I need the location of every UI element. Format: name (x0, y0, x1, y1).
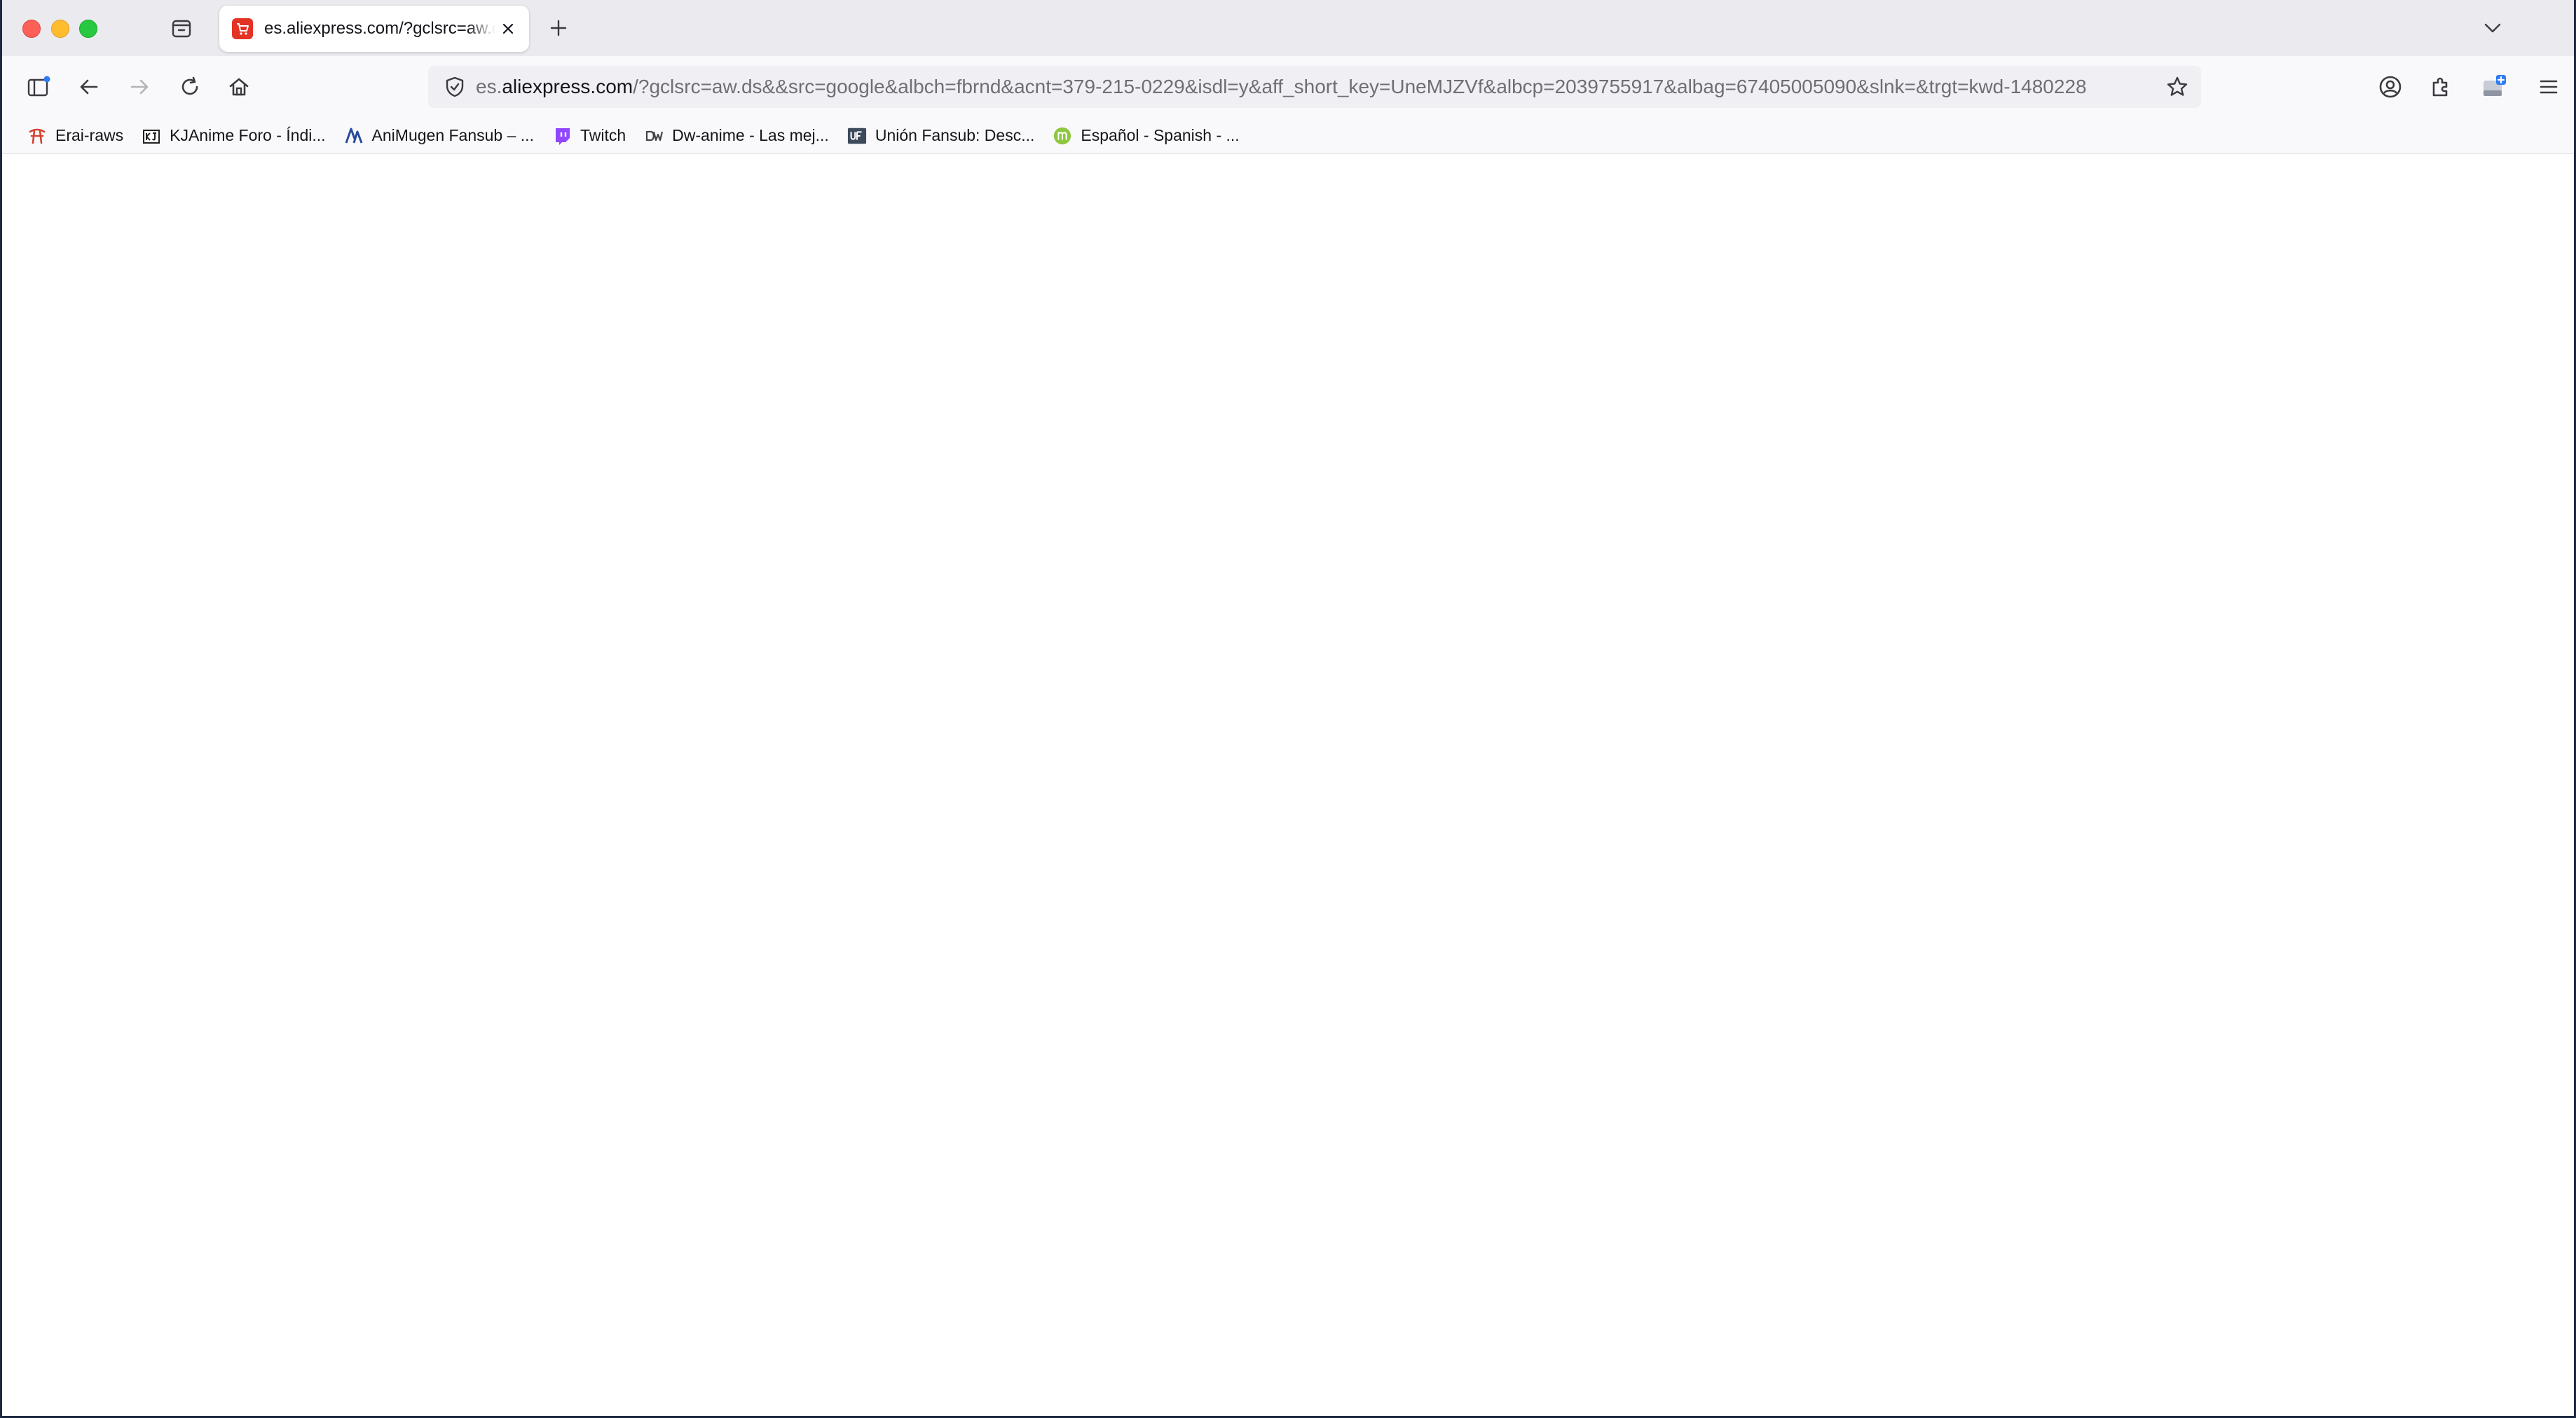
home-button[interactable] (224, 71, 254, 102)
firefox-view-button[interactable] (167, 14, 196, 42)
reload-icon (181, 76, 198, 95)
url-domain: aliexpress.com (502, 76, 633, 97)
twitch-icon (552, 126, 572, 146)
app-menu-button[interactable] (2533, 71, 2564, 102)
bookmark-label: KJAnime Foro - Índi... (170, 126, 326, 144)
spanish-forum-icon (1053, 126, 1072, 146)
kjanime-icon (142, 126, 161, 146)
home-icon (229, 78, 249, 96)
tab-title: es.aliexpress.com/?gclsrc=aw.ds&&src=goo… (264, 19, 495, 38)
extension-button[interactable] (2479, 71, 2509, 102)
sidebar-button[interactable] (23, 71, 54, 102)
url-prefix: es. (476, 76, 502, 97)
bookmark-kjanime[interactable]: KJAnime Foro - Índi... (135, 122, 332, 150)
navigation-toolbar: es.aliexpress.com/?gclsrc=aw.ds&&src=goo… (2, 56, 2574, 118)
new-tab-button[interactable] (544, 14, 573, 42)
bookmark-label: Twitch (580, 126, 626, 144)
tracking-protection-button[interactable] (434, 66, 476, 108)
close-tab-button[interactable] (498, 19, 518, 39)
animugen-icon (344, 126, 364, 146)
forward-button[interactable] (124, 71, 155, 102)
firefox-view-icon (172, 20, 191, 38)
bookmarks-toolbar: Erai-raws KJAnime Foro - Índi... AniMuge… (2, 118, 2574, 154)
union-fansub-icon (847, 126, 867, 146)
bookmark-label: Español - Spanish - ... (1081, 126, 1240, 144)
bookmark-label: Unión Fansub: Desc... (875, 126, 1035, 144)
bookmark-twitch[interactable]: Twitch (545, 122, 633, 150)
dw-anime-icon (644, 126, 664, 146)
bookmark-dw-anime[interactable]: Dw-anime - Las mej... (637, 122, 836, 150)
puzzle-icon (2432, 77, 2448, 97)
extensions-button[interactable] (2425, 71, 2456, 102)
erai-raws-icon (27, 126, 47, 146)
url-path: /?gclsrc=aw.ds&&src=google&albch=fbrnd&a… (633, 76, 2087, 97)
chevron-down-icon (2484, 23, 2501, 33)
tab-aliexpress[interactable]: es.aliexpress.com/?gclsrc=aw.ds&&src=goo… (219, 6, 529, 52)
bookmark-erai-raws[interactable]: Erai-raws (20, 122, 130, 150)
bookmark-spanish-forum[interactable]: Español - Spanish - ... (1046, 122, 1246, 150)
tab-strip: es.aliexpress.com/?gclsrc=aw.ds&&src=goo… (2, 0, 2574, 56)
account-button[interactable] (2375, 71, 2406, 102)
plus-icon (550, 20, 567, 36)
extension-add-icon (2483, 75, 2506, 96)
bookmark-label: AniMugen Fansub – ... (371, 126, 534, 144)
list-all-tabs-button[interactable] (2479, 14, 2507, 42)
back-arrow-icon (80, 79, 98, 95)
close-window-button[interactable] (22, 20, 41, 38)
bookmark-page-button[interactable] (2162, 71, 2193, 102)
account-icon (2379, 76, 2402, 98)
bookmark-label: Dw-anime - Las mej... (672, 126, 829, 144)
bookmark-label: Erai-raws (55, 126, 124, 144)
hamburger-menu-icon (2540, 80, 2558, 94)
bookmark-union-fansub[interactable]: Unión Fansub: Desc... (840, 122, 1042, 150)
address-bar[interactable]: es.aliexpress.com/?gclsrc=aw.ds&&src=goo… (428, 66, 2201, 108)
minimize-window-button[interactable] (51, 20, 69, 38)
url-text[interactable]: es.aliexpress.com/?gclsrc=aw.ds&&src=goo… (476, 76, 2151, 98)
close-icon (502, 23, 514, 34)
reload-button[interactable] (174, 71, 205, 102)
shield-icon (446, 76, 464, 97)
back-button[interactable] (74, 71, 104, 102)
star-icon (2167, 76, 2188, 96)
aliexpress-cart-icon (232, 18, 253, 39)
fullscreen-window-button[interactable] (79, 20, 97, 38)
forward-arrow-icon (130, 79, 149, 95)
sidebar-icon (27, 76, 50, 97)
browser-window: es.aliexpress.com/?gclsrc=aw.ds&&src=goo… (0, 0, 2576, 1418)
page-content (2, 155, 2574, 1416)
bookmark-animugen[interactable]: AniMugen Fansub – ... (337, 122, 541, 150)
